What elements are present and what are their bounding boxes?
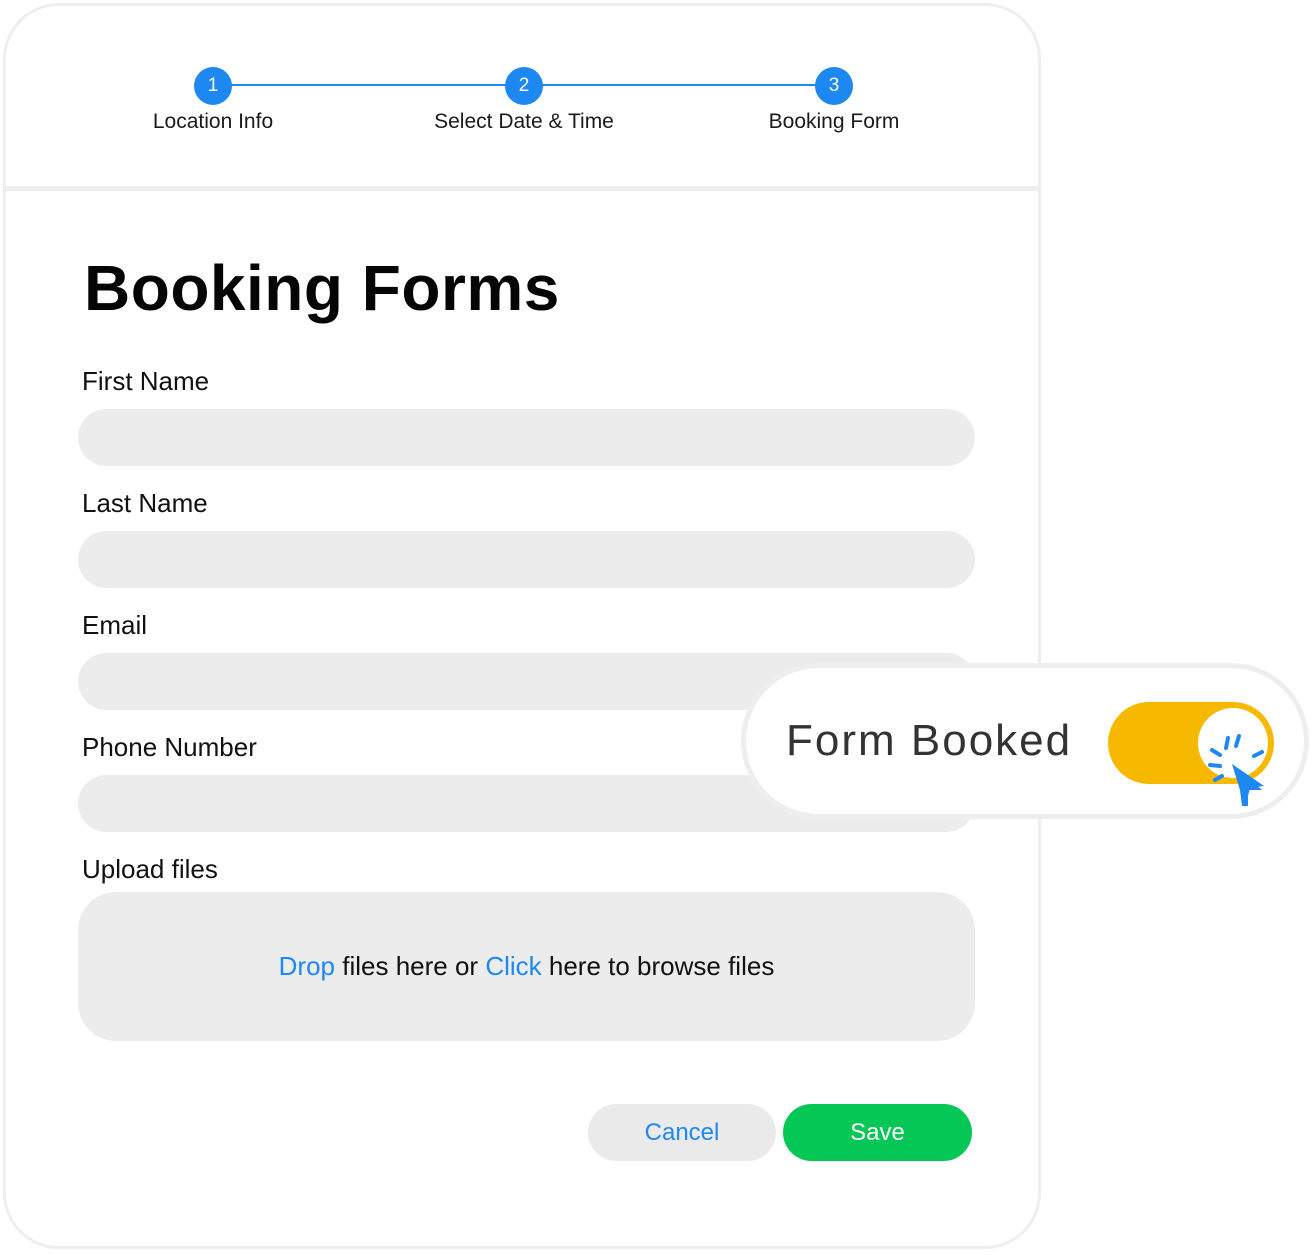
pointer-click-icon xyxy=(1208,734,1264,806)
step-2-label: Select Date & Time xyxy=(434,110,614,133)
first-name-label: First Name xyxy=(82,366,210,396)
step-1-label: Location Info xyxy=(152,110,274,133)
booking-card: 1 Location Info 2 Select Date & Time 3 B… xyxy=(3,3,1041,1249)
dropzone-text-end: here to browse files xyxy=(541,951,775,981)
click-browse-link[interactable]: Click xyxy=(485,951,541,982)
upload-files-label: Upload files xyxy=(82,854,218,884)
phone-number-label: Phone Number xyxy=(82,732,257,762)
step-3-circle[interactable]: 3 xyxy=(815,67,853,105)
step-3-label: Booking Form xyxy=(768,110,900,133)
stepper-divider xyxy=(6,186,1038,191)
form-booked-toast: Form Booked xyxy=(741,663,1309,819)
file-dropzone[interactable]: Drop files here or Click here to browse … xyxy=(78,892,975,1041)
step-connector-1-2 xyxy=(231,84,525,86)
step-connector-2-3 xyxy=(541,84,835,86)
last-name-input[interactable] xyxy=(78,531,975,588)
last-name-label: Last Name xyxy=(82,488,208,518)
first-name-input[interactable] xyxy=(78,409,975,466)
drop-link[interactable]: Drop xyxy=(279,951,335,982)
email-label: Email xyxy=(82,610,148,640)
dropzone-text-middle: files here or xyxy=(335,951,486,981)
form-booked-label: Form Booked xyxy=(786,716,1073,765)
save-button[interactable]: Save xyxy=(783,1104,972,1161)
step-2-circle[interactable]: 2 xyxy=(505,67,543,105)
step-1-circle[interactable]: 1 xyxy=(194,67,232,105)
page-title: Booking Forms xyxy=(84,252,560,324)
cancel-button[interactable]: Cancel xyxy=(588,1104,776,1161)
